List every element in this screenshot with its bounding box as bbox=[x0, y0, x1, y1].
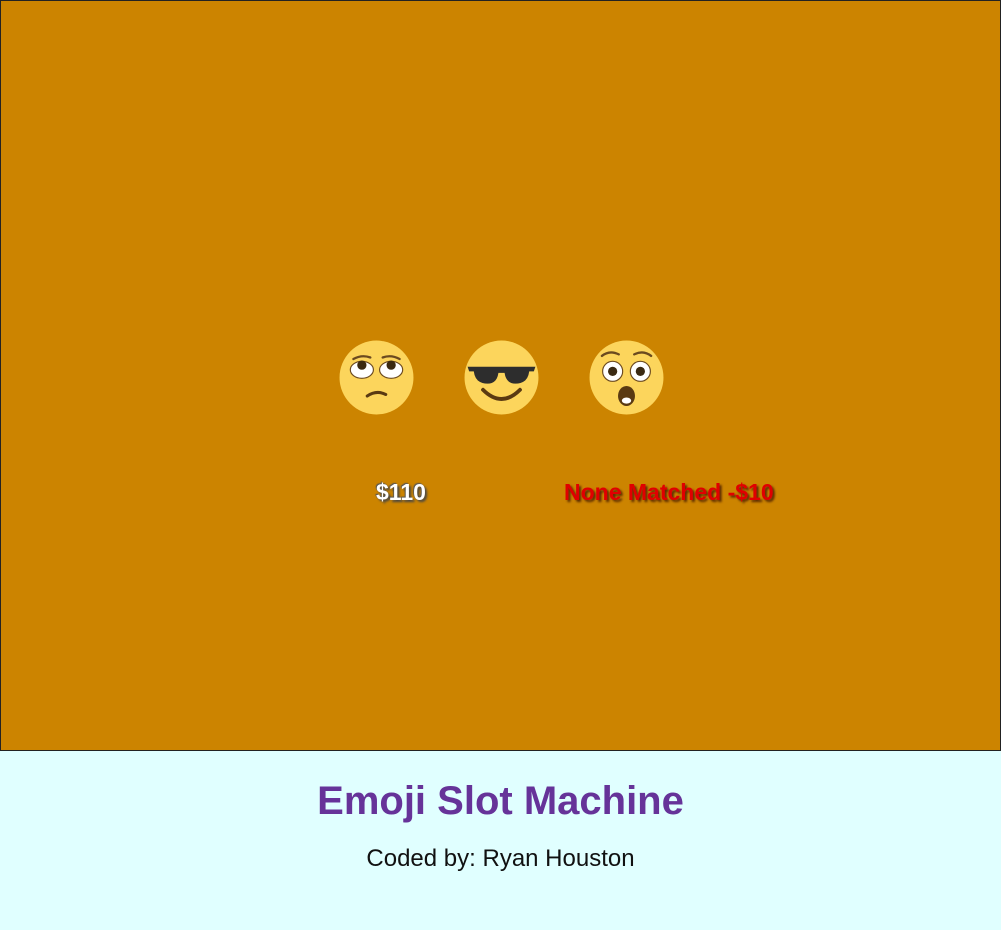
slot-machine-stage[interactable]: $110 None Matched -$10 bbox=[0, 0, 1001, 751]
author-credit: Coded by: Ryan Houston bbox=[366, 845, 635, 872]
page-title: Emoji Slot Machine bbox=[317, 779, 684, 823]
spin-result-message: None Matched -$10 bbox=[564, 479, 774, 505]
footer: Emoji Slot Machine Coded by: Ryan Housto… bbox=[0, 751, 1001, 930]
astonished-emoji-icon bbox=[589, 340, 664, 415]
reel-3 bbox=[588, 339, 665, 416]
balance-display: $110 bbox=[376, 479, 426, 505]
reel-2 bbox=[463, 339, 540, 416]
reels bbox=[338, 339, 665, 416]
reel-1 bbox=[338, 339, 415, 416]
sunglasses-emoji-icon bbox=[464, 340, 539, 415]
eye-roll-emoji-icon bbox=[339, 340, 414, 415]
